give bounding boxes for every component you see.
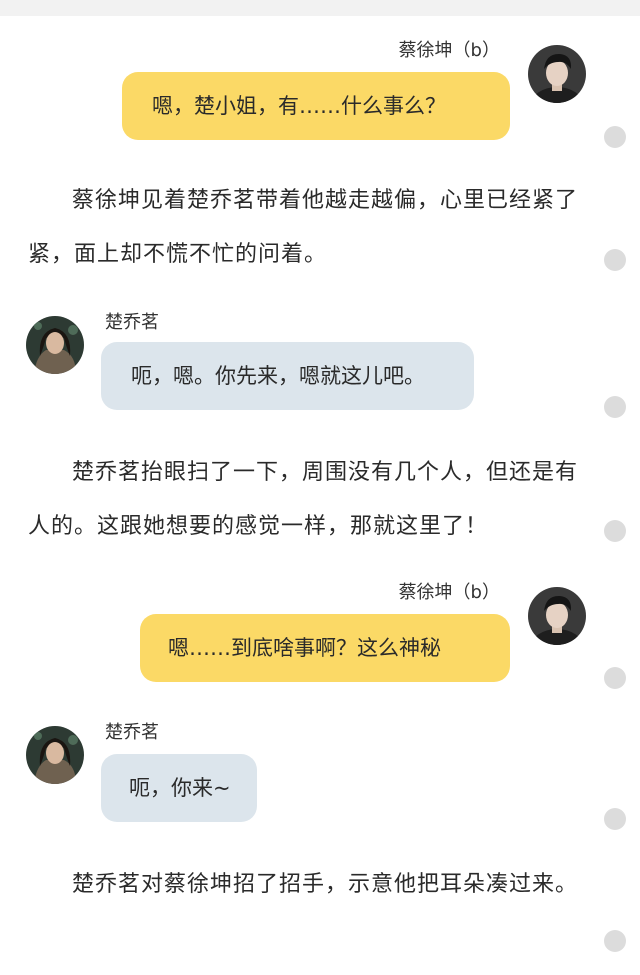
speaker-name: 楚乔茗 — [105, 722, 159, 743]
female-avatar-icon[interactable] — [26, 726, 84, 784]
chat-bubble: 嗯……到底啥事啊？这么神秘 — [140, 614, 510, 682]
chat-bubble: 嗯，楚小姐，有……什么事么？ — [122, 72, 510, 140]
male-avatar-icon[interactable] — [528, 45, 586, 103]
speaker-name: 蔡徐坤（b） — [398, 40, 500, 61]
side-dot-icon[interactable] — [604, 808, 626, 830]
narration-text: 楚乔茗对蔡徐坤招了招手，示意他把耳朵凑过来。 — [72, 872, 579, 897]
speaker-name: 蔡徐坤（b） — [398, 582, 500, 603]
chat-bubble: 呃，你来~ — [101, 754, 257, 822]
narration-text: 蔡徐坤见着楚乔茗带着他越走越偏，心里已经紧了紧，面上却不慌不忙的问着。 — [28, 188, 579, 267]
side-dot-icon[interactable] — [604, 667, 626, 689]
side-dot-icon[interactable] — [604, 396, 626, 418]
side-dot-icon[interactable] — [604, 249, 626, 271]
male-avatar-icon[interactable] — [528, 587, 586, 645]
chat-bubble: 呃，嗯。你先来，嗯就这儿吧。 — [101, 342, 474, 410]
side-dot-icon[interactable] — [604, 126, 626, 148]
speaker-name: 楚乔茗 — [105, 312, 159, 333]
top-band — [0, 0, 640, 16]
female-avatar-icon[interactable] — [26, 316, 84, 374]
side-dot-icon[interactable] — [604, 520, 626, 542]
side-dot-icon[interactable] — [604, 930, 626, 952]
narration-text: 楚乔茗抬眼扫了一下，周围没有几个人，但还是有人的。这跟她想要的感觉一样，那就这里… — [28, 460, 579, 539]
